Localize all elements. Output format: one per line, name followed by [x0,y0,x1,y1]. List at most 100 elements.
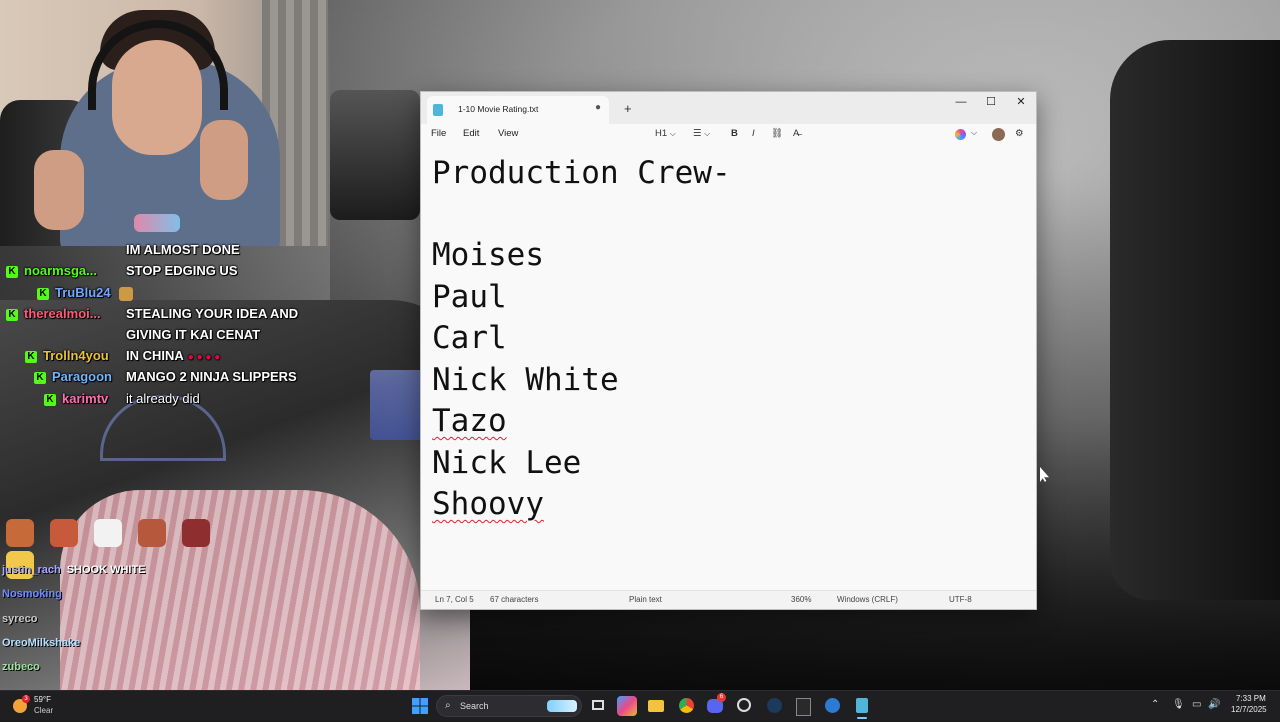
document-line: Production Crew- [432,155,731,191]
task-view-icon[interactable] [588,696,608,716]
avatar[interactable] [992,128,1005,141]
taskbar-search[interactable]: ⌕ Search [436,695,582,717]
chevron-down-icon: ⌵ [704,129,711,138]
copilot-icon[interactable] [955,129,966,140]
list-dropdown[interactable]: ☰ ⌵ [693,128,710,139]
tray-overflow-icon[interactable]: ⌃ [1151,699,1159,710]
new-tab-button[interactable]: + [624,101,632,116]
heading-dropdown[interactable]: H1 ⌵ [655,128,676,139]
notepad-taskbar-icon[interactable] [852,696,872,716]
document-line: Paul [432,279,507,315]
chat-text: GIVING IT KAI CENAT [126,327,261,342]
clock-date[interactable]: 12/7/2025 [1231,705,1267,714]
snipping-tool-icon[interactable] [734,696,754,716]
chevron-down-icon: ⌵ [669,129,676,138]
copilot-app-icon[interactable] [617,696,637,716]
chat-username: zubeco [2,661,40,673]
minimize-button[interactable]: — [946,92,976,112]
chat-text: SHOOK WHITE [66,564,146,576]
settings-gear-icon[interactable]: ⚙ [1015,128,1024,139]
zoom-level[interactable]: 360% [791,595,811,604]
weather-temperature[interactable]: 59°F [34,695,51,704]
chat-message: IM ALMOST DONE [126,240,240,260]
webcam-feed [0,0,328,246]
search-icon: ⌕ [445,700,451,711]
hoodie-logo [134,214,180,232]
chat-message: OreoMilkshake [2,634,80,652]
title-bar[interactable]: 1-10 Movie Rating.txt ● + — ☐ ✕ [421,92,1036,124]
notepad-icon [433,104,443,116]
tab-title: 1-10 Movie Rating.txt [458,104,539,114]
menu-file[interactable]: File [431,128,446,139]
unsaved-dot-icon[interactable]: ● [595,102,601,113]
format-indicator[interactable]: Plain text [629,595,662,604]
chat-text: STOP EDGING US [126,263,238,278]
chat-text: STEALING YOUR IDEA AND [126,306,299,321]
chat-message: justin_rach SHOOK WHITE [2,561,146,579]
steam-icon[interactable] [764,696,784,716]
line-ending[interactable]: Windows (CRLF) [837,595,898,604]
document-line: Nick Lee [432,445,582,481]
weather-description[interactable]: Clear [34,706,53,715]
car-vent [330,90,420,220]
chat-text-body: IN CHINA [126,348,184,363]
emote-row [6,519,260,579]
chat-message: Ktherealmoi... STEALING YOUR IDEA AND [6,304,298,324]
search-placeholder: Search [460,701,489,711]
link-button[interactable]: ⛓ [771,128,783,139]
chat-message: zubeco [2,658,40,676]
kick-badge-icon: K [6,308,18,321]
text-editor[interactable]: Production Crew- Moises Paul Carl Nick W… [421,146,1036,592]
maximize-button[interactable]: ☐ [976,92,1006,112]
display-icon[interactable]: ▭ [1192,699,1201,710]
clock-time[interactable]: 7:33 PM [1236,694,1266,703]
weather-badge: 3 [22,695,30,703]
menu-view[interactable]: View [498,128,518,139]
italic-button[interactable]: I [752,128,755,139]
kick-badge-icon: K [37,287,49,300]
chat-username: noarmsga... [24,263,97,278]
chat-username: Trolln4you [43,348,109,363]
encoding[interactable]: UTF-8 [949,595,972,604]
clear-formatting-button[interactable]: A̶ [793,128,799,139]
document-tab[interactable]: 1-10 Movie Rating.txt ● [427,96,609,124]
close-button[interactable]: ✕ [1006,92,1036,112]
chat-text: MANGO 2 NINJA SLIPPERS [126,369,297,384]
emote-icon [118,286,133,301]
video-chat-overlay: justin_rach SHOOK WHITE Nosmoking syreco … [0,515,260,680]
volume-icon[interactable]: 🔊 [1208,699,1220,710]
chat-username: TruBlu24 [55,285,111,300]
chrome-icon[interactable] [676,696,696,716]
chevron-down-icon[interactable]: ⌵ [971,128,977,138]
notepad-window: 1-10 Movie Rating.txt ● + — ☐ ✕ File Edi… [420,91,1037,610]
tab-strip: 1-10 Movie Rating.txt ● + [427,96,1031,124]
chat-message: GIVING IT KAI CENAT [126,325,260,345]
chat-username: Paragoon [52,369,112,384]
heading-label: H1 [655,128,668,139]
kick-badge-icon: K [25,350,37,363]
search-highlight-image [547,700,577,712]
kick-badge-icon: K [34,371,46,384]
chat-message: Nosmoking [2,585,62,603]
chat-text: IM ALMOST DONE [126,242,240,257]
menu-edit[interactable]: Edit [463,128,479,139]
chat-username: syreco [2,613,38,625]
chat-message: K Paragoon MANGO 2 NINJA SLIPPERS [34,367,297,387]
app-circle-icon[interactable] [822,696,842,716]
car-seat [1110,40,1280,600]
emote-icon [6,519,34,547]
red-emote-icons: ● ● ● ● [187,352,221,363]
bold-button[interactable]: B [731,128,738,139]
kick-badge-icon: K [6,265,18,278]
file-explorer-icon[interactable] [646,696,666,716]
chat-message: K TruBlu24 [37,283,133,303]
microphone-icon[interactable]: 🎙 [1172,699,1185,710]
chat-message: Knoarmsga... STOP EDGING US [6,261,238,281]
chat-username: karimtv [62,391,109,406]
left-hand [34,150,84,230]
start-button[interactable] [410,696,430,716]
chat-text: it already did [126,391,200,406]
epic-games-icon[interactable] [793,696,813,716]
emote-icon [182,519,211,547]
chat-message: Kkarimtv it already did [44,389,200,409]
